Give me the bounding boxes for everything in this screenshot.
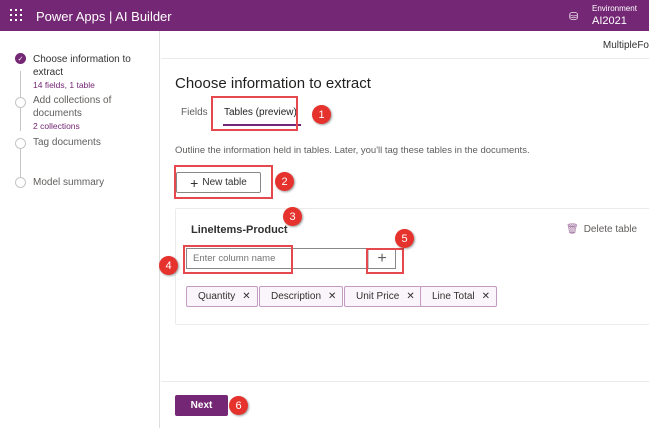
step-add-collections[interactable]: Add collections of documents 2 collection…	[33, 94, 123, 133]
annotation-badge: 1	[312, 105, 331, 124]
column-chip: Line Total ✕	[420, 286, 498, 307]
app-launcher-icon[interactable]	[10, 9, 22, 21]
step-label: Choose information to extract	[33, 54, 131, 78]
delete-table-label: Delete table	[583, 224, 638, 235]
annotation-box	[183, 245, 293, 274]
remove-icon[interactable]: ✕	[328, 291, 336, 302]
next-button[interactable]: Next	[175, 395, 228, 416]
step-circle-icon	[15, 177, 26, 188]
chip-label: Description	[271, 291, 322, 302]
column-chip: Description ✕	[259, 286, 344, 307]
remove-icon[interactable]: ✕	[482, 291, 490, 302]
remove-icon[interactable]: ✕	[242, 291, 250, 302]
description: Outline the information held in tables. …	[175, 145, 530, 156]
annotation-box	[174, 165, 273, 199]
check-icon: ✓	[15, 53, 26, 64]
wizard-steps: ✓ Choose information to extract 14 fields…	[0, 31, 160, 428]
step-label: Model summary	[33, 177, 105, 188]
footer-divider	[161, 381, 649, 382]
annotation-badge: 6	[229, 396, 248, 415]
chip-label: Line Total	[432, 291, 475, 302]
table-name: LineItems-Product	[191, 224, 288, 236]
environment-label: Environment	[592, 4, 637, 13]
delete-table-button[interactable]: 🗑 Delete table	[566, 224, 637, 235]
column-chip: Quantity ✕	[186, 286, 258, 307]
environment-icon: ⛁	[569, 11, 579, 23]
top-bar: MultipleFo	[161, 31, 649, 59]
step-choose-information[interactable]: Choose information to extract 14 fields, …	[33, 53, 158, 92]
page-title: Choose information to extract	[175, 75, 371, 92]
environment-value[interactable]: AI2021	[592, 15, 627, 27]
tab-fields[interactable]: Fields	[181, 107, 208, 118]
step-tag-documents[interactable]: Tag documents	[33, 136, 101, 149]
annotation-badge: 5	[395, 229, 414, 248]
step-circle-icon	[15, 97, 26, 108]
step-label: Tag documents	[33, 137, 101, 148]
step-sub: 2 collections	[33, 121, 80, 131]
remove-icon[interactable]: ✕	[406, 291, 414, 302]
chip-label: Unit Price	[356, 291, 400, 302]
app-header: Power Apps | AI Builder ⛁ Environment AI…	[0, 0, 649, 31]
model-name: MultipleFo	[602, 40, 649, 51]
chip-label: Quantity	[198, 291, 236, 302]
annotation-badge: 4	[159, 256, 178, 275]
step-model-summary[interactable]: Model summary	[33, 176, 104, 189]
annotation-box	[211, 96, 298, 131]
step-label: Add collections of documents	[33, 95, 112, 119]
annotation-badge: 3	[283, 207, 302, 226]
column-chip: Unit Price ✕	[344, 286, 422, 307]
annotation-badge: 2	[275, 172, 294, 191]
app-title: Power Apps | AI Builder	[36, 9, 172, 24]
trash-icon: 🗑	[566, 224, 579, 235]
step-sub: 14 fields, 1 table	[33, 80, 95, 90]
annotation-box	[366, 248, 404, 274]
step-circle-icon	[15, 138, 26, 149]
